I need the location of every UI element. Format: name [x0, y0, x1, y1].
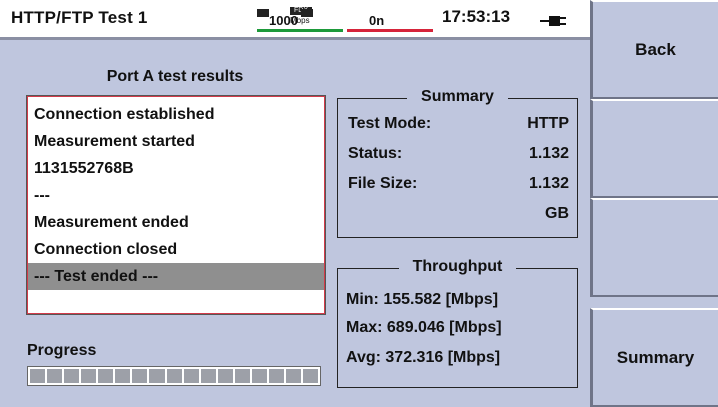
softkey-empty-3[interactable] — [590, 198, 718, 297]
progress-cell — [132, 369, 148, 383]
list-item[interactable]: Connection established — [28, 101, 324, 128]
clock: 17:53:13 — [442, 7, 511, 26]
app-title: HTTP/FTP Test 1 — [11, 8, 148, 27]
progress-cell — [183, 369, 199, 383]
progress-cell — [81, 369, 97, 383]
throughput-min: Min: 155.582 [Mbps] — [346, 291, 499, 308]
status-value: 1.132 — [528, 145, 569, 162]
status-row: Status: 1.132 — [348, 145, 569, 163]
back-button[interactable]: Back — [590, 0, 718, 99]
port-connector-icon — [301, 9, 313, 17]
summary-group: Summary Test Mode: HTTP Status: 1.132 Fi… — [337, 88, 578, 238]
file-size-unit-row: GB — [348, 205, 569, 223]
test-mode-label: Test Mode: — [348, 115, 432, 132]
list-item[interactable]: Measurement started — [28, 128, 324, 155]
test-mode-value: HTTP — [527, 115, 569, 132]
list-item[interactable]: 1131552768B — [28, 155, 324, 182]
link-indicator: 1000 FDX Mbps — [257, 7, 343, 33]
summary-button[interactable]: Summary — [590, 308, 718, 407]
test-mode-row: Test Mode: HTTP — [348, 115, 569, 133]
summary-title: Summary — [407, 88, 508, 105]
progress-cell — [200, 369, 216, 383]
tester-screen: HTTP/FTP Test 1 1000 FDX Mbps 0n 17:53:1… — [0, 0, 718, 407]
port-indicator: 0n — [347, 7, 433, 33]
softkey-panel: Back Summary — [590, 0, 718, 407]
throughput-max: Max: 689.046 [Mbps] — [346, 319, 502, 336]
file-size-label: File Size: — [348, 175, 418, 192]
list-item[interactable]: Connection closed — [28, 236, 324, 263]
softkey-empty-2[interactable] — [590, 99, 718, 198]
file-size-value: 1.132 — [528, 175, 569, 192]
throughput-title: Throughput — [398, 258, 517, 275]
list-item[interactable]: Measurement ended — [28, 209, 324, 236]
status-label: Status: — [348, 145, 403, 162]
port-state: 0n — [369, 13, 385, 28]
progress-label: Progress — [27, 342, 97, 359]
progress-cell — [30, 369, 46, 383]
progress-cell — [64, 369, 80, 383]
speed-unit: Mbps — [290, 16, 310, 25]
list-item-selected[interactable]: --- Test ended --- — [28, 263, 324, 290]
progress-bar — [27, 366, 321, 386]
progress-cell — [47, 369, 63, 383]
port-status-bar — [347, 29, 433, 32]
file-size-unit: GB — [545, 205, 569, 222]
link-status-bar — [257, 29, 343, 32]
throughput-group: Throughput Min: 155.582 [Mbps] Max: 689.… — [337, 258, 578, 388]
progress-cell — [217, 369, 233, 383]
progress-cell — [166, 369, 182, 383]
status-bar: HTTP/FTP Test 1 1000 FDX Mbps 0n 17:53:1… — [0, 0, 590, 40]
progress-cell — [268, 369, 284, 383]
progress-cell — [285, 369, 301, 383]
progress-cell — [303, 369, 319, 383]
progress-cell — [234, 369, 250, 383]
results-title: Port A test results — [106, 68, 244, 85]
results-list[interactable]: Connection established Measurement start… — [27, 96, 325, 314]
file-size-row: File Size: 1.132 — [348, 175, 569, 193]
list-item[interactable]: --- — [28, 182, 324, 209]
progress-cell — [251, 369, 267, 383]
power-plug-icon — [540, 16, 566, 26]
progress-cell — [98, 369, 114, 383]
port-connector-icon — [257, 9, 269, 17]
progress-cell — [149, 369, 165, 383]
progress-cell — [115, 369, 131, 383]
throughput-avg: Avg: 372.316 [Mbps] — [346, 349, 501, 366]
